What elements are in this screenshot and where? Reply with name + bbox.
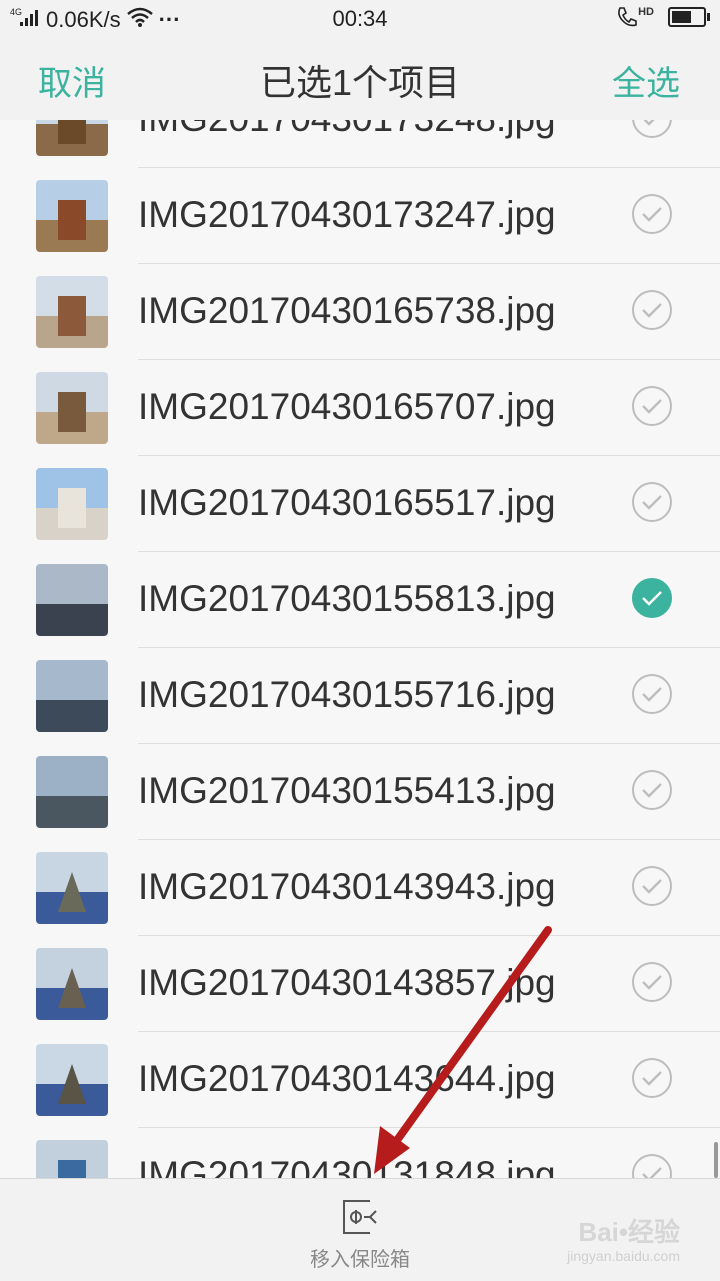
- file-name: IMG20170430155813.jpg: [138, 578, 556, 619]
- checkmark-icon: [642, 591, 662, 606]
- file-name: IMG20170430143857.jpg: [138, 962, 556, 1003]
- move-to-vault-button[interactable]: 移入保险箱: [300, 1179, 420, 1281]
- checkmark-icon: [642, 399, 662, 414]
- file-name: IMG20170430165707.jpg: [138, 386, 556, 427]
- file-name: IMG20170430155413.jpg: [138, 770, 556, 811]
- file-thumbnail: [36, 276, 108, 348]
- checkmark-icon: [643, 120, 655, 126]
- file-thumbnail: [36, 1140, 108, 1178]
- checkmark-icon: [642, 975, 662, 990]
- file-name: IMG20170430165738.jpg: [138, 290, 556, 331]
- hd-label: HD: [638, 6, 654, 18]
- checkbox-unchecked[interactable]: [632, 386, 672, 426]
- file-name: IMG20170430143644.jpg: [138, 1058, 556, 1099]
- watermark-url: jingyan.baidu.com: [567, 1248, 680, 1264]
- file-name: IMG20170430165517.jpg: [138, 482, 556, 523]
- file-thumbnail: [36, 948, 108, 1020]
- baidu-watermark: Bai•经验: [578, 1217, 680, 1247]
- checkmark-icon: [642, 687, 662, 702]
- checkmark-icon: [642, 495, 662, 510]
- status-bar: 4G 0.06K/s ··· 00:34 HD: [0, 0, 720, 38]
- file-thumbnail: [36, 660, 108, 732]
- checkbox-unchecked[interactable]: [632, 120, 672, 138]
- checkbox-unchecked[interactable]: [632, 194, 672, 234]
- file-thumbnail: [36, 120, 108, 156]
- file-row[interactable]: IMG20170430165707.jpg: [0, 360, 720, 456]
- checkmark-icon: [642, 207, 662, 222]
- file-thumbnail: [36, 756, 108, 828]
- file-row[interactable]: IMG20170430155813.jpg: [0, 552, 720, 648]
- file-row[interactable]: IMG20170430165738.jpg: [0, 264, 720, 360]
- checkbox-unchecked[interactable]: [632, 962, 672, 1002]
- file-name: IMG20170430155716.jpg: [138, 674, 556, 715]
- clock: 00:34: [332, 6, 388, 31]
- checkbox-unchecked[interactable]: [632, 674, 672, 714]
- file-row[interactable]: IMG20170430143644.jpg: [0, 1032, 720, 1128]
- checkmark-icon: [642, 1071, 662, 1086]
- file-name: IMG20170430173248.jpg: [138, 120, 556, 140]
- checkmark-icon: [642, 783, 662, 798]
- battery-icon: [668, 7, 710, 27]
- checkmark-icon: [642, 303, 662, 318]
- file-row[interactable]: IMG20170430165517.jpg: [0, 456, 720, 552]
- file-row[interactable]: IMG20170430173248.jpg: [0, 120, 720, 168]
- file-name: IMG20170430143943.jpg: [138, 866, 556, 907]
- file-list[interactable]: IMG20170430173248.jpg IMG20170430173247.j…: [0, 120, 720, 1178]
- checkbox-unchecked[interactable]: [632, 866, 672, 906]
- file-thumbnail: [36, 372, 108, 444]
- file-row[interactable]: IMG20170430155413.jpg: [0, 744, 720, 840]
- move-to-vault-label: 移入保险箱: [310, 1249, 410, 1271]
- file-thumbnail: [36, 852, 108, 924]
- checkmark-icon: [642, 1167, 662, 1178]
- scrollbar[interactable]: [714, 1142, 718, 1178]
- status-right: HD: [616, 6, 710, 28]
- file-row[interactable]: IMG20170430143943.jpg: [0, 840, 720, 936]
- file-thumbnail: [36, 564, 108, 636]
- file-thumbnail: [36, 180, 108, 252]
- file-row[interactable]: IMG20170430131848.jpg: [0, 1128, 720, 1178]
- selection-header: 取消 已选1个项目 全选: [0, 38, 720, 120]
- file-row[interactable]: IMG20170430173247.jpg: [0, 168, 720, 264]
- vault-icon: [340, 1197, 380, 1242]
- checkbox-unchecked[interactable]: [632, 290, 672, 330]
- checkmark-icon: [642, 879, 662, 894]
- file-thumbnail: [36, 468, 108, 540]
- file-row[interactable]: IMG20170430143857.jpg: [0, 936, 720, 1032]
- call-hd-icon: HD: [616, 6, 654, 28]
- checkbox-checked[interactable]: [632, 578, 672, 618]
- checkbox-unchecked[interactable]: [632, 1154, 672, 1178]
- checkbox-unchecked[interactable]: [632, 770, 672, 810]
- checkbox-unchecked[interactable]: [632, 1058, 672, 1098]
- file-row[interactable]: IMG20170430155716.jpg: [0, 648, 720, 744]
- file-thumbnail: [36, 1044, 108, 1116]
- file-name: IMG20170430173247.jpg: [138, 194, 556, 235]
- select-all-button[interactable]: 全选: [612, 56, 680, 105]
- file-name: IMG20170430131848.jpg: [138, 1154, 556, 1178]
- checkbox-unchecked[interactable]: [632, 482, 672, 522]
